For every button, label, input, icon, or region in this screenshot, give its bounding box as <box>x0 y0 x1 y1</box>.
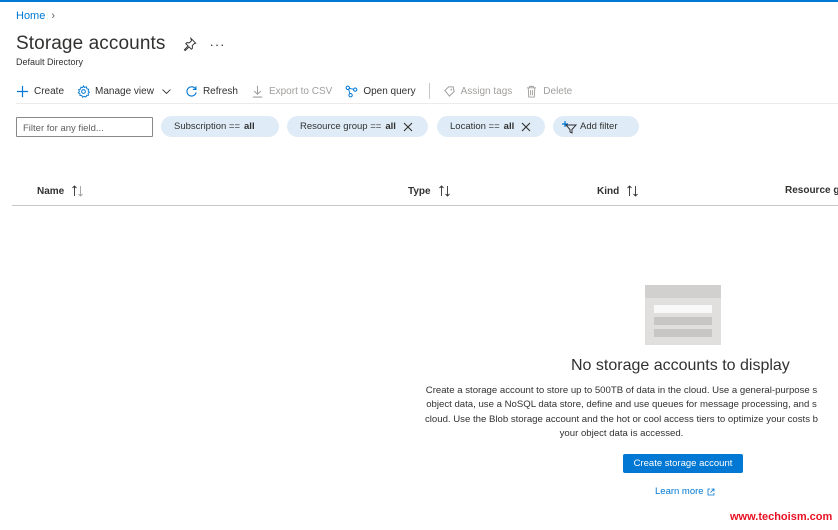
toolbar-underline <box>16 103 838 104</box>
manage-view-label: Manage view <box>95 85 154 97</box>
learn-more-label: Learn more <box>655 486 704 497</box>
learn-more-link[interactable]: Learn more <box>655 486 715 497</box>
grid-header: Name Type Kind Resource gr <box>12 178 838 206</box>
gear-icon <box>77 84 91 98</box>
column-header-kind[interactable]: Kind <box>597 185 639 197</box>
location-filter-pill[interactable]: Location == all <box>437 116 545 137</box>
subscription-filter-pill[interactable]: Subscription == all <box>161 116 279 137</box>
subscription-filter-value: all <box>244 121 255 132</box>
refresh-label: Refresh <box>202 85 238 97</box>
refresh-icon <box>186 85 197 97</box>
query-icon <box>345 85 358 97</box>
column-header-name[interactable]: Name <box>37 185 84 197</box>
column-header-type[interactable]: Type <box>408 185 451 197</box>
manage-view-button[interactable]: Manage view <box>77 84 172 98</box>
top-accent-bar <box>0 0 838 2</box>
create-button-label: Create <box>34 85 65 97</box>
description-line: object data, use a NoSQL data store, def… <box>426 399 817 411</box>
resource-group-filter-label: Resource group == <box>300 121 382 132</box>
location-filter-value: all <box>503 121 515 132</box>
external-link-icon <box>707 488 714 495</box>
column-type-label: Type <box>408 185 431 197</box>
open-query-label: Open query <box>363 85 416 97</box>
empty-state-description: Create a storage account to store up to … <box>405 384 838 444</box>
refresh-button[interactable]: Refresh <box>185 85 238 98</box>
resource-group-filter-pill[interactable]: Resource group == all <box>287 116 428 137</box>
assign-tags-button[interactable]: Assign tags <box>443 85 513 98</box>
open-query-button[interactable]: Open query <box>345 85 416 98</box>
chevron-right-icon: › <box>51 10 56 22</box>
description-line: Create a storage account to store up to … <box>425 385 818 396</box>
breadcrumb: Home › <box>16 10 55 22</box>
add-filter-icon <box>562 120 577 134</box>
description-line: your object data is accessed. <box>559 427 684 439</box>
column-name-label: Name <box>37 185 65 197</box>
pin-icon[interactable] <box>183 37 198 51</box>
toolbar-divider <box>428 83 430 99</box>
export-csv-label: Export to CSV <box>268 85 333 97</box>
close-icon[interactable] <box>403 122 413 132</box>
breadcrumb-home-link[interactable]: Home <box>16 10 45 22</box>
empty-state-title: No storage accounts to display <box>571 357 790 374</box>
more-options-icon[interactable]: ··· <box>209 37 225 52</box>
delete-label: Delete <box>543 85 573 97</box>
create-storage-account-button[interactable]: Create storage account <box>623 454 743 473</box>
command-bar: Create Manage view Refresh Export to CSV… <box>16 82 585 100</box>
subscription-filter-label: Subscription == <box>174 121 241 132</box>
plus-icon <box>16 85 29 97</box>
sort-icon <box>627 185 639 197</box>
export-csv-button[interactable]: Export to CSV <box>251 85 332 98</box>
resource-group-filter-value: all <box>385 121 396 132</box>
add-filter-button[interactable]: Add filter <box>553 116 639 137</box>
title-row: Storage accounts ··· <box>16 33 225 55</box>
close-icon[interactable] <box>521 122 531 132</box>
add-filter-label: Add filter <box>580 121 618 132</box>
tag-icon <box>443 85 455 97</box>
chevron-down-icon <box>162 88 171 94</box>
column-header-resource-group[interactable]: Resource gr <box>785 185 838 196</box>
filter-input[interactable] <box>17 119 151 138</box>
trash-icon <box>527 85 537 98</box>
delete-button[interactable]: Delete <box>525 85 572 98</box>
assign-tags-label: Assign tags <box>460 85 513 97</box>
column-kind-label: Kind <box>597 185 620 197</box>
location-filter-label: Location == <box>450 121 500 132</box>
sort-icon <box>438 185 450 197</box>
description-line: cloud. Use the Blob storage account and … <box>424 413 819 425</box>
filter-field[interactable] <box>16 117 153 138</box>
column-resource-group-label: Resource gr <box>785 185 838 196</box>
page-title: Storage accounts <box>16 33 166 54</box>
sort-icon <box>72 185 84 197</box>
storage-empty-icon <box>645 285 721 345</box>
download-icon <box>252 85 263 98</box>
create-button[interactable]: Create <box>16 85 64 98</box>
page-subtitle: Default Directory <box>16 57 84 67</box>
watermark-text: www.techoism.com <box>730 511 833 523</box>
